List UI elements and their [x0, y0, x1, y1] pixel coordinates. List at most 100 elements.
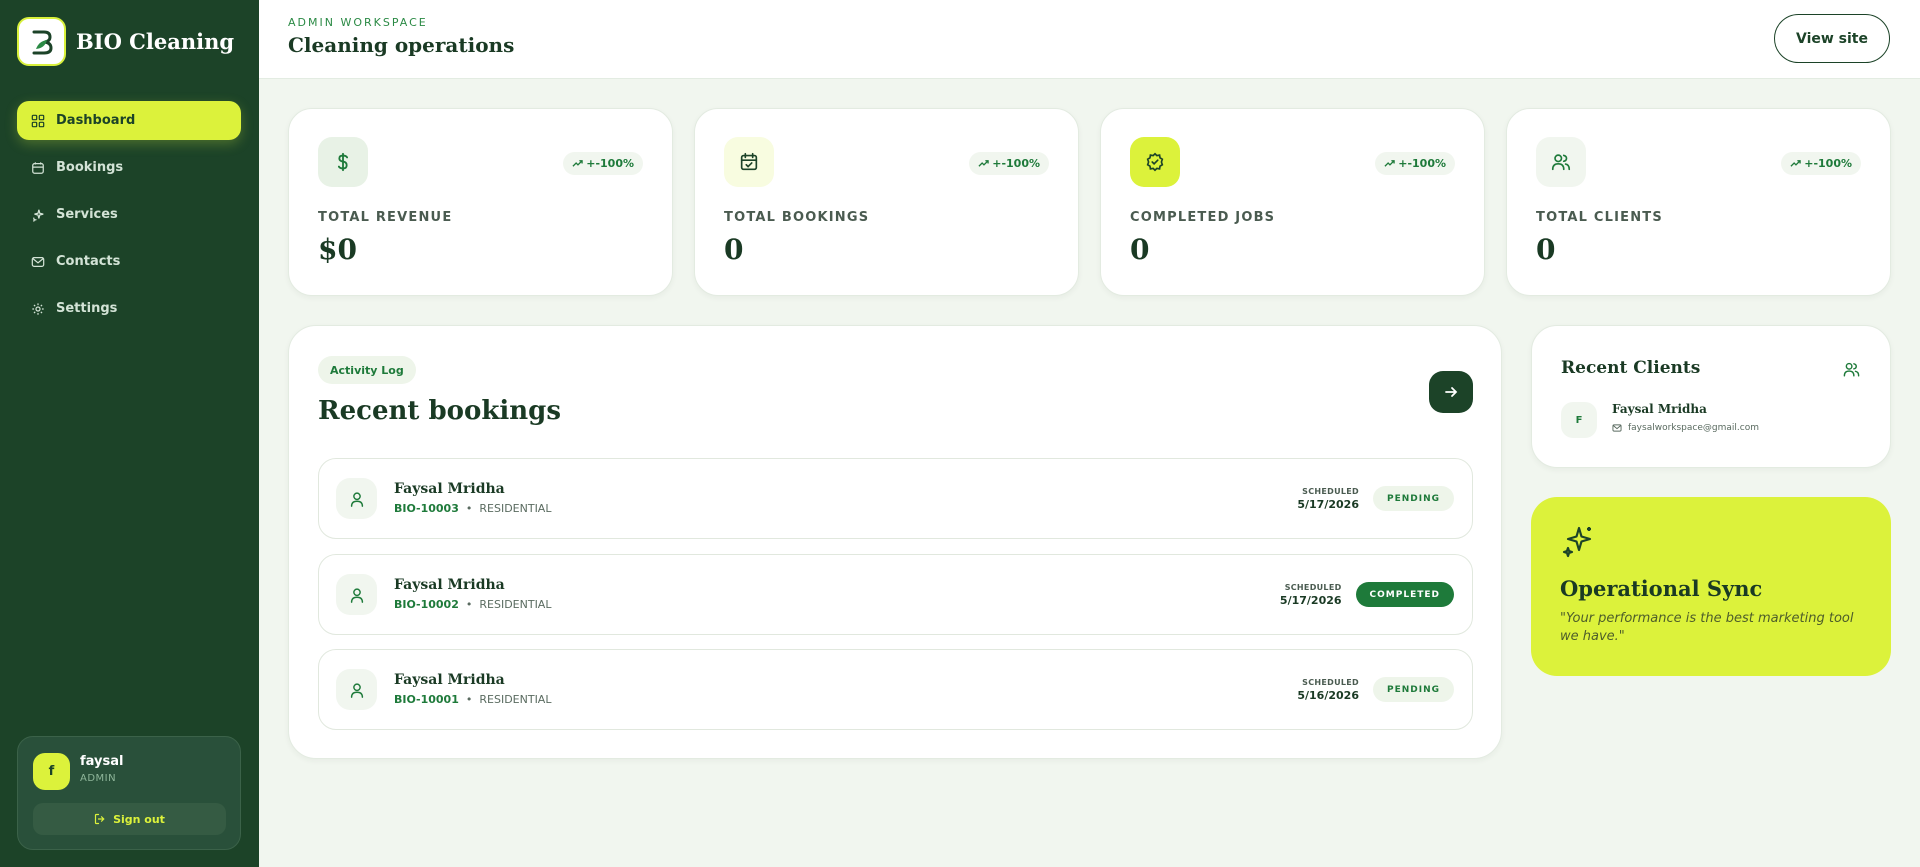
sidebar-item-label: Services — [56, 207, 118, 222]
booking-meta: BIO-10001 • RESIDENTIAL — [394, 693, 551, 706]
status-badge: PENDING — [1372, 677, 1454, 702]
brand-logo-icon — [17, 17, 66, 66]
booking-client-name: Faysal Mridha — [394, 672, 505, 688]
stat-card-revenue: +-100% TOTAL REVENUE $0 — [288, 108, 673, 296]
trend-badge: +-100% — [969, 152, 1049, 175]
trending-up-icon — [572, 160, 583, 167]
user-role: ADMIN — [80, 773, 117, 784]
stat-card-clients: +-100% TOTAL CLIENTS 0 — [1506, 108, 1891, 296]
grid-icon — [31, 114, 45, 127]
operational-sync-quote: "Your performance is the best marketing … — [1560, 611, 1854, 644]
avatar: F — [1561, 402, 1597, 438]
booking-type: RESIDENTIAL — [479, 502, 552, 515]
scheduled-label: SCHEDULED — [1302, 486, 1359, 496]
booking-schedule: SCHEDULED 5/17/2026 — [1297, 487, 1359, 511]
trend-badge: +-100% — [563, 152, 643, 175]
stat-value: 0 — [1536, 233, 1556, 266]
booking-schedule: SCHEDULED 5/16/2026 — [1297, 678, 1359, 702]
header-eyebrow: ADMIN WORKSPACE — [288, 16, 428, 29]
scheduled-date: 5/17/2026 — [1279, 593, 1342, 607]
booking-id: BIO-10002 — [394, 598, 459, 611]
mail-icon — [1612, 424, 1622, 432]
status-badge: COMPLETED — [1355, 582, 1454, 607]
recent-clients-title: Recent Clients — [1561, 358, 1701, 378]
recent-bookings-title: Recent bookings — [318, 396, 561, 426]
sidebar: BIO Cleaning Dashboard Bookings Services… — [0, 0, 259, 867]
client-name[interactable]: Faysal Mridha — [1612, 402, 1707, 416]
avatar: f — [33, 753, 70, 790]
stat-label: TOTAL REVENUE — [318, 210, 453, 225]
gear-icon — [32, 302, 44, 315]
recent-bookings-panel: Activity Log Recent bookings Faysal Mrid… — [288, 325, 1502, 759]
sidebar-item-label: Bookings — [56, 160, 124, 175]
sign-out-button[interactable]: Sign out — [33, 803, 226, 835]
scheduled-date: 5/16/2026 — [1297, 688, 1359, 702]
calendar-check-icon — [724, 137, 774, 187]
users-icon — [1843, 362, 1860, 377]
brand-name: BIO Cleaning — [76, 29, 235, 54]
sidebar-item-bookings[interactable]: Bookings — [17, 148, 241, 187]
activity-log-chip: Activity Log — [318, 356, 416, 384]
trending-up-icon — [1790, 160, 1801, 167]
stat-label: COMPLETED JOBS — [1130, 210, 1276, 225]
booking-type: RESIDENTIAL — [479, 693, 552, 706]
sidebar-item-label: Contacts — [56, 254, 121, 269]
top-header: ADMIN WORKSPACE Cleaning operations View… — [259, 0, 1920, 79]
scheduled-label: SCHEDULED — [1284, 582, 1342, 592]
sidebar-item-label: Settings — [56, 301, 118, 316]
table-row[interactable]: Faysal Mridha BIO-10001 • RESIDENTIAL SC… — [318, 649, 1473, 730]
sidebar-item-contacts[interactable]: Contacts — [17, 242, 241, 281]
trending-up-icon — [978, 160, 989, 167]
user-card: f faysal ADMIN Sign out — [17, 736, 241, 850]
view-site-button[interactable]: View site — [1774, 14, 1890, 63]
calendar-icon — [32, 161, 44, 174]
stat-card-bookings: +-100% TOTAL BOOKINGS 0 — [694, 108, 1079, 296]
trend-value: +-100% — [1804, 157, 1852, 170]
booking-id: BIO-10001 — [394, 693, 459, 706]
view-all-bookings-button[interactable] — [1429, 371, 1473, 413]
user-icon — [336, 574, 377, 615]
table-row[interactable]: Faysal Mridha BIO-10003 • RESIDENTIAL SC… — [318, 458, 1473, 539]
separator-dot: • — [465, 693, 473, 706]
table-row[interactable]: Faysal Mridha BIO-10002 • RESIDENTIAL SC… — [318, 554, 1473, 635]
booking-client-name: Faysal Mridha — [394, 481, 505, 497]
sidebar-item-label: Dashboard — [56, 113, 136, 128]
scheduled-label: SCHEDULED — [1302, 677, 1359, 687]
client-email-text: faysalworkspace@gmail.com — [1628, 423, 1759, 433]
booking-meta: BIO-10003 • RESIDENTIAL — [394, 502, 551, 515]
separator-dot: • — [465, 502, 473, 515]
trend-value: +-100% — [992, 157, 1040, 170]
scheduled-date: 5/17/2026 — [1297, 497, 1359, 511]
sparkles-icon — [1562, 526, 1592, 558]
dollar-icon — [318, 137, 368, 187]
user-name: faysal — [80, 754, 124, 769]
trend-value: +-100% — [586, 157, 634, 170]
stat-label: TOTAL CLIENTS — [1536, 210, 1663, 225]
page-title: Cleaning operations — [288, 33, 515, 57]
stat-value: 0 — [1130, 233, 1150, 266]
logout-icon — [94, 813, 105, 825]
stat-value: 0 — [724, 233, 744, 266]
stat-card-completed: +-100% COMPLETED JOBS 0 — [1100, 108, 1485, 296]
separator-dot: • — [465, 598, 473, 611]
trending-up-icon — [1384, 160, 1395, 167]
trend-badge: +-100% — [1375, 152, 1455, 175]
booking-meta: BIO-10002 • RESIDENTIAL — [394, 598, 551, 611]
sidebar-item-services[interactable]: Services — [17, 195, 241, 234]
sidebar-nav: Dashboard Bookings Services Contacts Set… — [17, 101, 241, 336]
mail-icon — [31, 256, 45, 267]
users-icon — [1536, 137, 1586, 187]
booking-right: SCHEDULED 5/16/2026 PENDING — [1297, 650, 1454, 729]
operational-sync-title: Operational Sync — [1560, 576, 1763, 601]
booking-id: BIO-10003 — [394, 502, 459, 515]
recent-clients-panel: Recent Clients F Faysal Mridha faysalwor… — [1531, 325, 1891, 468]
client-email: faysalworkspace@gmail.com — [1612, 423, 1759, 433]
operational-sync-card: Operational Sync "Your performance is th… — [1531, 497, 1891, 676]
brand[interactable]: BIO Cleaning — [17, 17, 234, 66]
sparkle-icon — [33, 209, 44, 222]
sidebar-item-settings[interactable]: Settings — [17, 289, 241, 328]
badge-check-icon — [1130, 137, 1180, 187]
user-icon — [336, 669, 377, 710]
booking-client-name: Faysal Mridha — [394, 577, 505, 593]
sidebar-item-dashboard[interactable]: Dashboard — [17, 101, 241, 140]
